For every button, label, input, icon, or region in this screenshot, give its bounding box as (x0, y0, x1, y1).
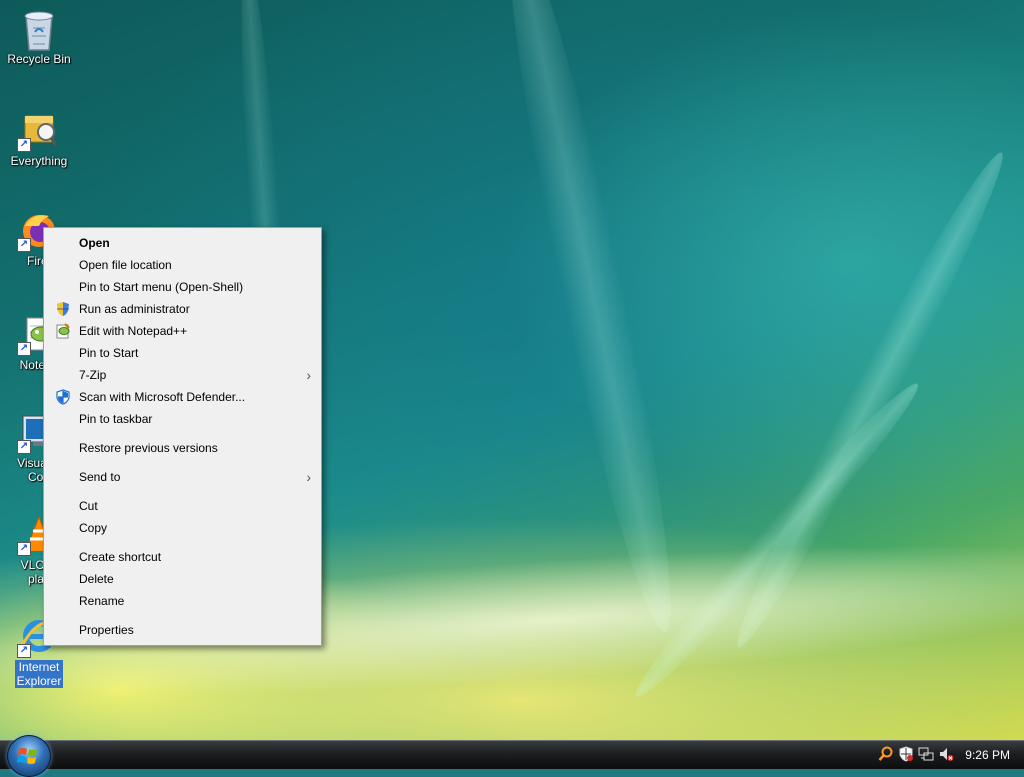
menu-item-label: Edit with Notepad++ (79, 324, 188, 338)
wallpaper-light-beam (485, 0, 695, 639)
context-menu: Open Open file location Pin to Start men… (43, 227, 322, 646)
menu-item-delete[interactable]: Delete (44, 568, 321, 590)
volume-muted-icon[interactable] (938, 746, 954, 762)
menu-item-label: Pin to Start (79, 346, 139, 360)
notepad-plus-plus-icon (55, 323, 71, 339)
menu-item-label: Pin to taskbar (79, 412, 153, 426)
defender-icon (55, 389, 71, 405)
menu-item-label: Open (79, 236, 110, 250)
menu-item-run-as-administrator[interactable]: Run as administrator (44, 298, 321, 320)
desktop-icon-label: Recycle Bin (7, 52, 71, 66)
menu-item-open-file-location[interactable]: Open file location (44, 254, 321, 276)
search-icon[interactable] (878, 746, 894, 762)
menu-item-label: Scan with Microsoft Defender... (79, 390, 246, 404)
menu-item-create-shortcut[interactable]: Create shortcut (44, 546, 321, 568)
menu-item-label: Pin to Start menu (Open-Shell) (79, 280, 244, 294)
network-icon[interactable] (918, 746, 934, 762)
menu-item-label: 7-Zip (79, 368, 107, 382)
desktop-icon-label: Internet Explorer (14, 660, 64, 688)
menu-item-label: Create shortcut (79, 550, 162, 564)
menu-item-label: Send to (79, 470, 121, 484)
security-center-icon[interactable] (898, 746, 914, 762)
menu-item-label: Open file location (79, 258, 172, 272)
menu-item-label: Rename (79, 594, 125, 608)
menu-item-label: Restore previous versions (79, 441, 218, 455)
windows-logo-icon (17, 748, 37, 764)
menu-item-label: Cut (79, 499, 98, 513)
menu-item-open[interactable]: Open (44, 232, 321, 254)
desktop-icon-recycle-bin[interactable]: Recycle Bin (1, 8, 77, 66)
menu-item-rename[interactable]: Rename (44, 590, 321, 612)
recycle-bin-icon (19, 8, 59, 51)
everything-icon: ↗ (17, 110, 59, 152)
taskbar-clock[interactable]: 9:26 PM (965, 741, 1010, 769)
shortcut-arrow-icon: ↗ (17, 542, 31, 556)
shortcut-arrow-icon: ↗ (17, 440, 31, 454)
menu-item-pin-to-taskbar[interactable]: Pin to taskbar (44, 408, 321, 430)
menu-item-edit-with-notepad-plus-plus[interactable]: Edit with Notepad++ (44, 320, 321, 342)
menu-item-cut[interactable]: Cut (44, 495, 321, 517)
chevron-right-icon: › (306, 367, 311, 383)
menu-item-scan-with-microsoft-defender[interactable]: Scan with Microsoft Defender... (44, 386, 321, 408)
chevron-right-icon: › (306, 469, 311, 485)
taskbar: 9:26 PM (0, 735, 1024, 777)
menu-item-label: Properties (79, 623, 134, 637)
menu-item-restore-previous-versions[interactable]: Restore previous versions (44, 437, 321, 459)
menu-item-properties[interactable]: Properties (44, 619, 321, 641)
menu-item-pin-to-start[interactable]: Pin to Start (44, 342, 321, 364)
desktop-icon-everything[interactable]: ↗ Everything (1, 110, 77, 168)
start-button[interactable] (7, 735, 51, 777)
menu-item-copy[interactable]: Copy (44, 517, 321, 539)
shortcut-arrow-icon: ↗ (17, 644, 31, 658)
menu-item-label: Copy (79, 521, 108, 535)
menu-item-7-zip[interactable]: 7-Zip › (44, 364, 321, 386)
system-tray: 9:26 PM (874, 741, 1024, 769)
menu-item-label: Run as administrator (79, 302, 190, 316)
shortcut-arrow-icon: ↗ (17, 342, 31, 356)
shortcut-arrow-icon: ↗ (17, 138, 31, 152)
uac-shield-icon (55, 301, 71, 317)
menu-item-label: Delete (79, 572, 114, 586)
shortcut-arrow-icon: ↗ (17, 238, 31, 252)
desktop-icon-label: Everything (10, 154, 68, 168)
menu-item-send-to[interactable]: Send to › (44, 466, 321, 488)
menu-item-pin-to-start-menu-open-shell[interactable]: Pin to Start menu (Open-Shell) (44, 276, 321, 298)
